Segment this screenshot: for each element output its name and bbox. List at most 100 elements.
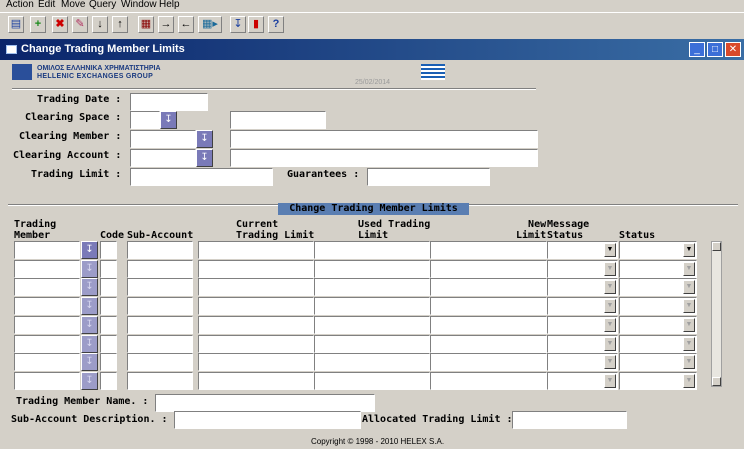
- status-dropdown[interactable]: ▼: [683, 373, 695, 388]
- code-cell[interactable]: [100, 241, 117, 259]
- used-trading-limit-cell[interactable]: [314, 259, 430, 278]
- trading-member-lov-button[interactable]: ↧: [81, 371, 98, 390]
- close-button[interactable]: ✕: [725, 42, 741, 57]
- status-dropdown[interactable]: ▼: [683, 336, 695, 351]
- trading-member-lov-button[interactable]: ↧: [81, 315, 98, 334]
- trading-member-cell[interactable]: [14, 315, 80, 334]
- menu-help[interactable]: Help: [159, 0, 180, 10]
- code-cell[interactable]: [100, 259, 117, 278]
- used-trading-limit-cell[interactable]: [314, 315, 430, 334]
- current-trading-limit-cell[interactable]: [198, 334, 314, 353]
- current-trading-limit-cell[interactable]: [198, 353, 314, 372]
- trading-member-cell[interactable]: [14, 241, 80, 259]
- next-block-icon[interactable]: →: [158, 16, 174, 33]
- status-dropdown[interactable]: ▼: [683, 280, 695, 295]
- trading-limit-field[interactable]: [130, 168, 273, 186]
- message-status-dropdown[interactable]: ▼: [604, 336, 616, 351]
- used-trading-limit-cell[interactable]: [314, 241, 430, 259]
- status-dropdown[interactable]: ▼: [683, 317, 695, 332]
- menu-action[interactable]: Action: [6, 0, 34, 10]
- new-limit-cell[interactable]: [430, 371, 547, 390]
- trading-member-lov-button[interactable]: ↧: [81, 334, 98, 353]
- clearing-member-name-field[interactable]: [230, 130, 538, 148]
- save-icon[interactable]: ▤: [8, 16, 24, 33]
- sub-account-cell[interactable]: [127, 353, 193, 372]
- message-status-dropdown[interactable]: ▼: [604, 299, 616, 314]
- menu-query[interactable]: Query: [89, 0, 116, 10]
- sub-account-cell[interactable]: [127, 334, 193, 353]
- current-trading-limit-cell[interactable]: [198, 315, 314, 334]
- clearing-space-field[interactable]: [130, 111, 160, 129]
- new-limit-cell[interactable]: [430, 353, 547, 372]
- trading-member-lov-button[interactable]: ↧: [81, 297, 98, 316]
- next-record-icon[interactable]: ↓: [92, 16, 108, 33]
- clearing-account-lov-button[interactable]: ↧: [196, 149, 213, 167]
- used-trading-limit-cell[interactable]: [314, 334, 430, 353]
- new-limit-cell[interactable]: [430, 259, 547, 278]
- maximize-button[interactable]: □: [707, 42, 723, 57]
- menu-edit[interactable]: Edit: [38, 0, 55, 10]
- menu-move[interactable]: Move: [61, 0, 85, 10]
- trading-member-lov-button[interactable]: ↧: [81, 241, 98, 259]
- message-status-dropdown[interactable]: ▼: [604, 317, 616, 332]
- sub-account-description-field[interactable]: [174, 411, 361, 429]
- trading-member-cell[interactable]: [14, 278, 80, 297]
- clearing-member-field[interactable]: [130, 130, 196, 148]
- trading-member-lov-button[interactable]: ↧: [81, 353, 98, 372]
- status-dropdown[interactable]: ▼: [683, 299, 695, 314]
- new-limit-cell[interactable]: [430, 278, 547, 297]
- trading-date-field[interactable]: [130, 93, 208, 111]
- clearing-account-name-field[interactable]: [230, 149, 538, 167]
- previous-block-icon[interactable]: ←: [178, 16, 194, 33]
- sub-account-cell[interactable]: [127, 315, 193, 334]
- message-status-dropdown[interactable]: ▼: [604, 243, 616, 257]
- trading-member-cell[interactable]: [14, 353, 80, 372]
- code-cell[interactable]: [100, 353, 117, 372]
- clearing-member-lov-button[interactable]: ↧: [196, 130, 213, 148]
- scroll-down-button[interactable]: [712, 377, 721, 386]
- used-trading-limit-cell[interactable]: [314, 353, 430, 372]
- code-cell[interactable]: [100, 334, 117, 353]
- menu-window[interactable]: Window: [121, 0, 157, 10]
- trading-member-name-field[interactable]: [155, 394, 375, 412]
- scroll-up-button[interactable]: [712, 242, 721, 251]
- new-limit-cell[interactable]: [430, 297, 547, 316]
- minimize-button[interactable]: _: [689, 42, 705, 57]
- current-trading-limit-cell[interactable]: [198, 278, 314, 297]
- sub-account-cell[interactable]: [127, 278, 193, 297]
- trading-member-cell[interactable]: [14, 297, 80, 316]
- guarantees-field[interactable]: [367, 168, 490, 186]
- trading-member-cell[interactable]: [14, 371, 80, 390]
- execute-query-icon[interactable]: ▦▸: [198, 16, 222, 33]
- sub-account-cell[interactable]: [127, 297, 193, 316]
- code-cell[interactable]: [100, 278, 117, 297]
- new-limit-cell[interactable]: [430, 241, 547, 259]
- trading-member-cell[interactable]: [14, 259, 80, 278]
- message-status-dropdown[interactable]: ▼: [604, 355, 616, 370]
- help-icon[interactable]: ?: [268, 16, 284, 33]
- enter-query-icon[interactable]: ▦: [138, 16, 154, 33]
- current-trading-limit-cell[interactable]: [198, 371, 314, 390]
- allocated-trading-limit-field[interactable]: [512, 411, 627, 429]
- trading-member-lov-button[interactable]: ↧: [81, 259, 98, 278]
- delete-record-icon[interactable]: ✖: [52, 16, 68, 33]
- status-dropdown[interactable]: ▼: [683, 261, 695, 276]
- grid-scrollbar[interactable]: [711, 241, 722, 387]
- new-limit-cell[interactable]: [430, 334, 547, 353]
- status-dropdown[interactable]: ▼: [683, 355, 695, 370]
- clearing-space-description-field[interactable]: [230, 111, 326, 129]
- clearing-space-lov-button[interactable]: ↧: [160, 111, 177, 129]
- previous-record-icon[interactable]: ↑: [112, 16, 128, 33]
- current-trading-limit-cell[interactable]: [198, 259, 314, 278]
- message-status-dropdown[interactable]: ▼: [604, 373, 616, 388]
- used-trading-limit-cell[interactable]: [314, 297, 430, 316]
- clearing-account-field[interactable]: [130, 149, 196, 167]
- trading-member-lov-button[interactable]: ↧: [81, 278, 98, 297]
- code-cell[interactable]: [100, 315, 117, 334]
- code-cell[interactable]: [100, 371, 117, 390]
- clear-icon[interactable]: ✎: [72, 16, 88, 33]
- used-trading-limit-cell[interactable]: [314, 371, 430, 390]
- sub-account-cell[interactable]: [127, 241, 193, 259]
- message-status-dropdown[interactable]: ▼: [604, 280, 616, 295]
- message-status-dropdown[interactable]: ▼: [604, 261, 616, 276]
